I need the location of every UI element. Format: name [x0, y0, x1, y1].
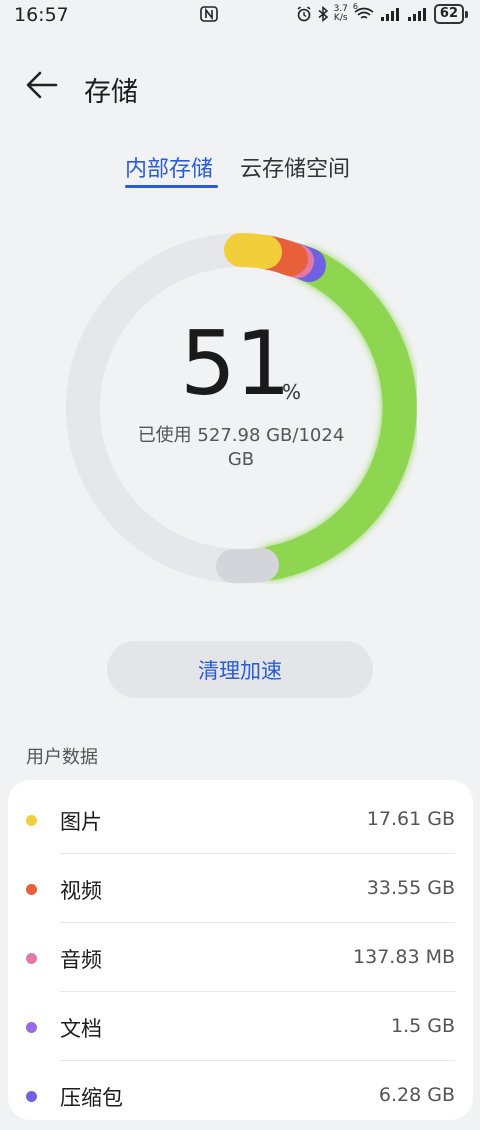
divider	[60, 991, 455, 992]
ring-segment-image	[224, 233, 282, 269]
signal-icon	[380, 8, 399, 21]
list-item-archives[interactable]: 压缩包 6.28 GB	[8, 1062, 473, 1130]
nfc-icon	[200, 6, 218, 22]
list-item-value: 137.83 MB	[353, 946, 455, 968]
list-item-label: 音频	[60, 948, 102, 972]
alarm-icon	[297, 6, 311, 22]
user-data-card: 图片 17.61 GB 视频 33.55 GB 音频 137.83 MB 文档 …	[8, 780, 473, 1120]
section-title-user-data: 用户数据	[26, 747, 98, 768]
tab-cloud-storage[interactable]: 云存储空间	[240, 151, 350, 183]
list-item-images[interactable]: 图片 17.61 GB	[8, 786, 473, 854]
divider	[60, 922, 455, 923]
divider	[60, 853, 455, 854]
list-item-label: 图片	[60, 810, 102, 834]
list-item-value: 33.55 GB	[366, 877, 455, 899]
back-arrow-icon[interactable]	[24, 70, 60, 100]
list-item-value: 1.5 GB	[390, 1015, 455, 1037]
audio-color-dot	[26, 953, 37, 964]
status-time: 16:57	[14, 4, 69, 26]
wifi-icon: 6	[353, 2, 375, 22]
bluetooth-icon	[318, 6, 328, 22]
images-color-dot	[26, 815, 37, 826]
list-item-value: 6.28 GB	[378, 1084, 455, 1106]
archives-color-dot	[26, 1091, 37, 1102]
divider	[60, 1060, 455, 1061]
usage-detail: 已使用 527.98 GB/1024 GB	[137, 425, 345, 470]
header: 存储	[0, 60, 480, 110]
network-speed: 3.7 K/s	[334, 5, 348, 23]
list-item-label: 文档	[60, 1017, 102, 1041]
status-bar: 16:57 3.7 K/s 6 62	[0, 0, 480, 30]
list-item-documents[interactable]: 文档 1.5 GB	[8, 993, 473, 1061]
tab-internal-storage[interactable]: 内部存储	[125, 151, 213, 183]
usage-percent: 51	[180, 312, 291, 415]
active-tab-indicator	[125, 185, 218, 188]
signal-icon-2	[407, 8, 426, 21]
list-item-videos[interactable]: 视频 33.55 GB	[8, 855, 473, 923]
wifi-label: 6	[352, 2, 358, 11]
usage-percent-sign: %	[282, 380, 302, 404]
battery-level: 62	[433, 4, 464, 24]
list-item-value: 17.61 GB	[366, 808, 455, 830]
list-item-audio[interactable]: 音频 137.83 MB	[8, 924, 473, 992]
videos-color-dot	[26, 884, 37, 895]
documents-color-dot	[26, 1022, 37, 1033]
ring-segment-system	[216, 548, 279, 584]
ring-segment-other	[255, 248, 417, 580]
battery-icon: 62	[433, 4, 468, 24]
list-item-label: 视频	[60, 879, 102, 903]
page-title: 存储	[84, 77, 138, 108]
clean-accelerate-button[interactable]: 清理加速	[107, 641, 373, 698]
network-speed-unit: K/s	[333, 13, 348, 23]
list-item-label: 压缩包	[60, 1086, 123, 1110]
status-icons: 3.7 K/s 6 62	[296, 2, 468, 24]
